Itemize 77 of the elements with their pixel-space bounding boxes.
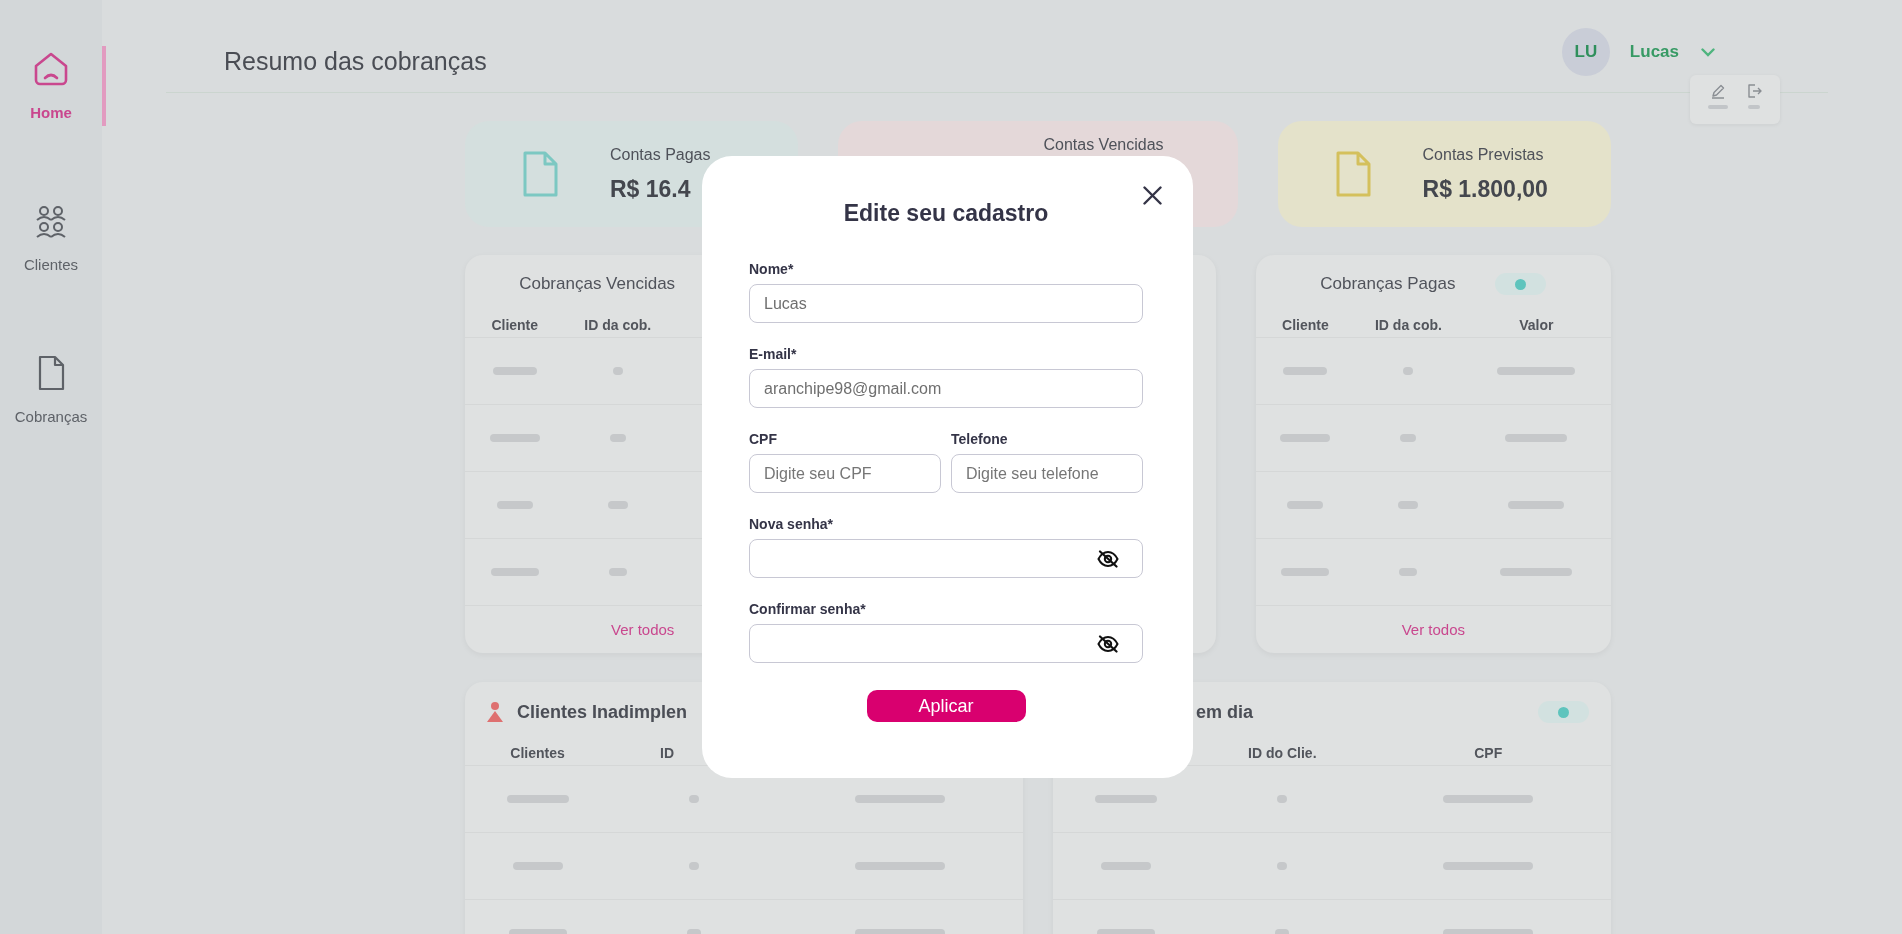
column-header: ID da cob. <box>1374 317 1443 333</box>
card-value: R$ 16.4 <box>610 175 692 203</box>
table-title: Cobranças Vencidas <box>519 274 676 294</box>
input-field[interactable]: aranchipe98@gmail.com <box>749 369 1143 408</box>
user-avatar[interactable]: LU <box>1561 28 1610 76</box>
blurred-text-drawing <box>612 367 623 375</box>
table-title: Clientes Inadimplen <box>517 701 688 723</box>
blurred-text-drawing <box>1398 501 1419 509</box>
eye-slash-icon[interactable] <box>1097 549 1119 568</box>
input-field[interactable]: Digite seu telefone <box>951 454 1143 493</box>
field-label: E-mail* <box>749 345 798 363</box>
sidebar-item[interactable]: Cobranças <box>0 350 106 430</box>
field-label: CPF <box>749 430 778 448</box>
blurred-text-drawing <box>496 501 533 509</box>
dialog-title: Edite seu cadastro <box>842 199 1050 228</box>
column-header: Cliente <box>1281 317 1330 333</box>
pencil-icon[interactable] <box>1710 83 1726 99</box>
blurred-text-drawing <box>688 795 699 803</box>
blurred-text-drawing <box>608 568 627 576</box>
view-all-link[interactable]: Ver todos <box>610 621 675 638</box>
table-title: em dia <box>1196 701 1254 723</box>
blurred-text-drawing <box>609 434 626 442</box>
input-field[interactable]: Digite seu CPF <box>749 454 941 493</box>
blurred-text-drawing <box>1094 795 1157 803</box>
dot-badge-icon <box>1538 701 1589 723</box>
card-title: Contas Pagas <box>610 145 711 165</box>
blurred-text-drawing <box>1283 367 1328 375</box>
blurred-text-drawing <box>1399 568 1418 576</box>
blurred-text-drawing <box>1100 862 1151 870</box>
blurred-text-drawing <box>506 795 569 803</box>
blurred-text-drawing <box>490 568 539 576</box>
eye-slash-icon[interactable] <box>1097 634 1119 653</box>
blurred-text-drawing <box>1403 367 1414 375</box>
blurred-text-drawing <box>492 367 537 375</box>
card-title: Contas Previstas <box>1422 145 1545 165</box>
chevron-down-icon[interactable] <box>1701 47 1715 57</box>
house-icon <box>33 51 69 87</box>
blurred-text-drawing <box>688 862 699 870</box>
dot-badge-icon <box>1495 273 1547 295</box>
apply-button[interactable]: Aplicar <box>866 690 1026 722</box>
blurred-text-drawing <box>1505 434 1568 442</box>
sidebar-item[interactable]: Clientes <box>0 198 106 278</box>
blurred-text-drawing <box>489 434 540 442</box>
blurred-text-drawing <box>512 862 563 870</box>
sidebar-item[interactable]: Home <box>0 46 106 126</box>
view-all-link[interactable]: Ver todos <box>1401 621 1465 638</box>
column-header: ID <box>660 745 675 761</box>
blurred-text-drawing <box>1287 501 1324 509</box>
blurred-text-drawing <box>1280 434 1331 442</box>
blurred-text-drawing <box>1508 501 1565 509</box>
blurred-text-drawing <box>1276 862 1287 870</box>
field-label: Confirmar senha* <box>749 600 867 618</box>
logout-icon[interactable] <box>1746 83 1762 99</box>
table-title: Cobranças Pagas <box>1320 274 1456 294</box>
blurred-text-drawing <box>1400 434 1417 442</box>
column-header: Valor <box>1518 317 1555 333</box>
password-field[interactable] <box>749 624 1143 663</box>
warning-person-icon <box>485 701 505 723</box>
column-header: CPF <box>1473 745 1504 761</box>
blurred-text-drawing <box>1276 795 1287 803</box>
field-label: Telefone <box>951 430 1009 448</box>
column-header: ID do Clie. <box>1248 745 1317 761</box>
field-label: Nova senha* <box>749 515 835 533</box>
column-header: ID da cob. <box>583 317 653 333</box>
input-field[interactable]: Lucas <box>749 284 1143 323</box>
page-title: Resumo das cobranças <box>224 46 487 77</box>
blurred-text-drawing <box>607 501 628 509</box>
document-icon <box>521 150 559 198</box>
user-name[interactable]: Lucas <box>1629 42 1679 62</box>
card-title: Contas Vencidas <box>1043 135 1164 155</box>
blurred-text-drawing <box>1281 568 1330 576</box>
password-field[interactable] <box>749 539 1143 578</box>
field-label: Nome* <box>749 260 795 278</box>
card-value: R$ 1.800,00 <box>1422 175 1548 203</box>
column-header: Clientes <box>509 745 566 761</box>
column-header: Cliente <box>490 317 540 333</box>
close-icon[interactable] <box>1143 186 1162 205</box>
